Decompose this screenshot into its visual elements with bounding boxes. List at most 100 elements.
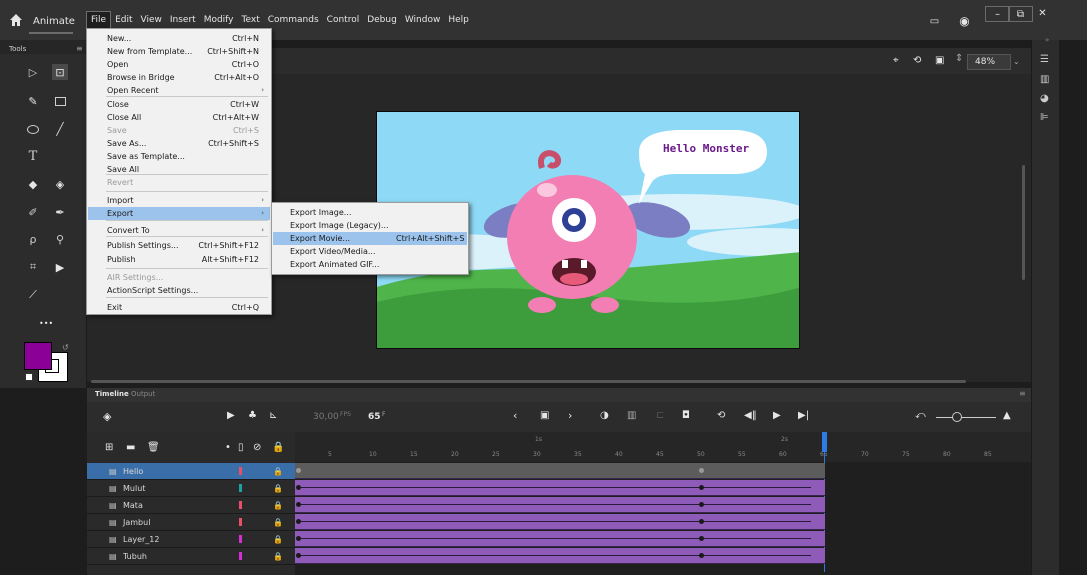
keyframe-marker[interactable]: [699, 485, 704, 490]
keyframe-marker[interactable]: [296, 536, 301, 541]
keyframe-marker[interactable]: [699, 553, 704, 558]
keyframe-marker[interactable]: [296, 519, 301, 524]
timeline-zoom-handle[interactable]: [952, 412, 962, 422]
zoom-in-icon[interactable]: ▲: [1003, 410, 1011, 421]
hide-layers-icon[interactable]: ⊘: [253, 442, 261, 453]
timeline-menu-icon[interactable]: ≡: [1019, 389, 1026, 398]
workspace-icon[interactable]: ▭: [922, 14, 947, 30]
keyframe-marker[interactable]: [699, 536, 704, 541]
undo-zoom-icon[interactable]: ⤺: [915, 410, 926, 421]
file-menu-item-revert[interactable]: Revert: [88, 176, 270, 189]
new-layer-icon[interactable]: ⊞: [105, 442, 113, 453]
file-menu-item-air-settings[interactable]: AIR Settings...: [88, 271, 270, 284]
keyframe-marker[interactable]: [699, 468, 704, 473]
play-icon[interactable]: ▶: [773, 410, 781, 421]
export-menu-item-export-image-legacy[interactable]: Export Image (Legacy)...: [273, 219, 467, 232]
layer-name[interactable]: Mata: [123, 497, 143, 514]
bone-tool-icon[interactable]: ⟋: [25, 287, 41, 303]
export-menu-item-export-image[interactable]: Export Image...: [273, 206, 467, 219]
layer-color-swatch[interactable]: [239, 518, 242, 526]
keyframe-marker[interactable]: [296, 502, 301, 507]
export-menu-item-export-animated-gif[interactable]: Export Animated GIF...: [273, 258, 467, 271]
file-menu-item-browse-in-bridge[interactable]: Browse in Bridge Ctrl+Alt+O: [88, 71, 270, 84]
outline-layers-icon[interactable]: ▯: [238, 442, 244, 453]
stage-horizontal-scrollbar[interactable]: [91, 380, 966, 383]
keyframe-marker[interactable]: [699, 519, 704, 524]
lock-icon[interactable]: 🔒: [273, 531, 283, 548]
file-menu-item-open-recent[interactable]: Open Recent ›: [88, 84, 270, 97]
layer-depth-icon[interactable]: ◈: [103, 410, 111, 423]
properties-panel-icon[interactable]: ☰: [1040, 54, 1049, 65]
layer-color-swatch[interactable]: [239, 501, 242, 509]
edit-multiple-frames-icon[interactable]: ▥: [627, 410, 636, 421]
rectangle-tool-icon[interactable]: [52, 93, 68, 109]
stroke-color-swatch[interactable]: [24, 342, 52, 370]
menu-file[interactable]: File: [86, 11, 112, 29]
export-menu-item-export-video-media[interactable]: Export Video/Media...: [273, 245, 467, 258]
keyframe-marker[interactable]: [296, 485, 301, 490]
current-frame[interactable]: 65: [368, 412, 381, 422]
close-button[interactable]: ✕: [1030, 6, 1055, 22]
zoom-input[interactable]: 48%: [967, 54, 1011, 70]
layer-name[interactable]: Hello: [123, 463, 143, 480]
file-menu-item-save-as-template[interactable]: Save as Template...: [88, 150, 270, 163]
layer-row-jambul[interactable]: ▤ Jambul 🔒: [87, 514, 295, 531]
swap-colors-icon[interactable]: ↺: [62, 343, 69, 352]
text-tool-icon[interactable]: T: [25, 148, 41, 164]
file-menu-item-exit[interactable]: Exit Ctrl+Q: [88, 301, 270, 314]
home-icon[interactable]: [9, 13, 23, 27]
file-menu-item-actionscript-settings[interactable]: ActionScript Settings...: [88, 284, 270, 297]
layer-color-swatch[interactable]: [239, 552, 242, 560]
file-menu-item-export[interactable]: Export ›: [88, 207, 270, 220]
line-tool-icon[interactable]: ╱: [52, 121, 68, 137]
next-keyframe-icon[interactable]: ›: [568, 409, 572, 422]
file-menu-item-save-as[interactable]: Save As... Ctrl+Shift+S: [88, 137, 270, 150]
menu-edit[interactable]: Edit: [111, 11, 136, 29]
file-menu-item-new-from-template[interactable]: New from Template... Ctrl+Shift+N: [88, 45, 270, 58]
layer-name[interactable]: Mulut: [123, 480, 145, 497]
onion-skin-icon[interactable]: ◑: [600, 410, 609, 421]
lock-layers-icon[interactable]: 🔒: [272, 442, 284, 453]
layer-row-hello[interactable]: ▤ Hello 🔒: [87, 463, 295, 480]
fps-value[interactable]: 30,00: [313, 412, 339, 422]
file-menu-item-close-all[interactable]: Close All Ctrl+Alt+W: [88, 111, 270, 124]
file-menu-item-save-all[interactable]: Save All: [88, 163, 270, 176]
menu-modify[interactable]: Modify: [200, 11, 238, 29]
parenting-icon[interactable]: ♣: [248, 410, 257, 421]
file-menu-item-new[interactable]: New... Ctrl+N: [88, 32, 270, 45]
center-stage-icon[interactable]: ⌖: [893, 55, 899, 66]
oval-tool-icon[interactable]: [25, 121, 41, 137]
panel-menu-icon[interactable]: ≡: [76, 44, 83, 53]
playhead[interactable]: [822, 432, 827, 452]
zoom-dropdown-icon[interactable]: ⌄: [1013, 57, 1020, 66]
timeline-ruler[interactable]: 510152025303540455055606570758085: [295, 432, 1031, 462]
tab-timeline[interactable]: Timeline: [95, 390, 129, 398]
new-folder-icon[interactable]: ▬: [126, 442, 135, 453]
free-transform-tool-icon[interactable]: ⊡: [52, 64, 68, 80]
create-tween-icon[interactable]: ◘: [682, 410, 690, 421]
assets-panel-icon[interactable]: ◕: [1040, 93, 1049, 104]
lock-icon[interactable]: 🔒: [273, 497, 283, 514]
layer-color-swatch[interactable]: [239, 484, 242, 492]
lock-icon[interactable]: 🔒: [273, 548, 283, 565]
menu-control[interactable]: Control: [323, 11, 364, 29]
file-menu-item-publish-settings[interactable]: Publish Settings... Ctrl+Shift+F12: [88, 239, 270, 252]
layer-frames[interactable]: [295, 548, 825, 564]
layer-frames[interactable]: [295, 480, 825, 496]
lasso-tool-icon[interactable]: ρ: [25, 231, 41, 247]
file-menu-item-publish[interactable]: Publish Alt+Shift+F12: [88, 253, 270, 266]
menu-text[interactable]: Text: [238, 11, 264, 29]
loop-icon[interactable]: ⊏: [656, 410, 664, 421]
lock-icon[interactable]: 🔒: [273, 514, 283, 531]
keyframe-marker[interactable]: [699, 502, 704, 507]
subselection-tool-icon[interactable]: ▶: [52, 259, 68, 275]
layer-frames[interactable]: [295, 497, 825, 513]
prev-keyframe-icon[interactable]: ‹: [513, 409, 517, 422]
minimize-button[interactable]: –: [985, 6, 1010, 22]
file-menu-item-convert-to[interactable]: Convert To ›: [88, 224, 270, 237]
insert-keyframe-icon[interactable]: ▣: [540, 410, 549, 421]
eyedropper-tool-icon[interactable]: ✐: [25, 204, 41, 220]
file-menu-item-import[interactable]: Import ›: [88, 194, 270, 207]
ink-bottle-icon[interactable]: ✒: [52, 204, 68, 220]
step-back-icon[interactable]: ◀‖: [744, 410, 757, 421]
